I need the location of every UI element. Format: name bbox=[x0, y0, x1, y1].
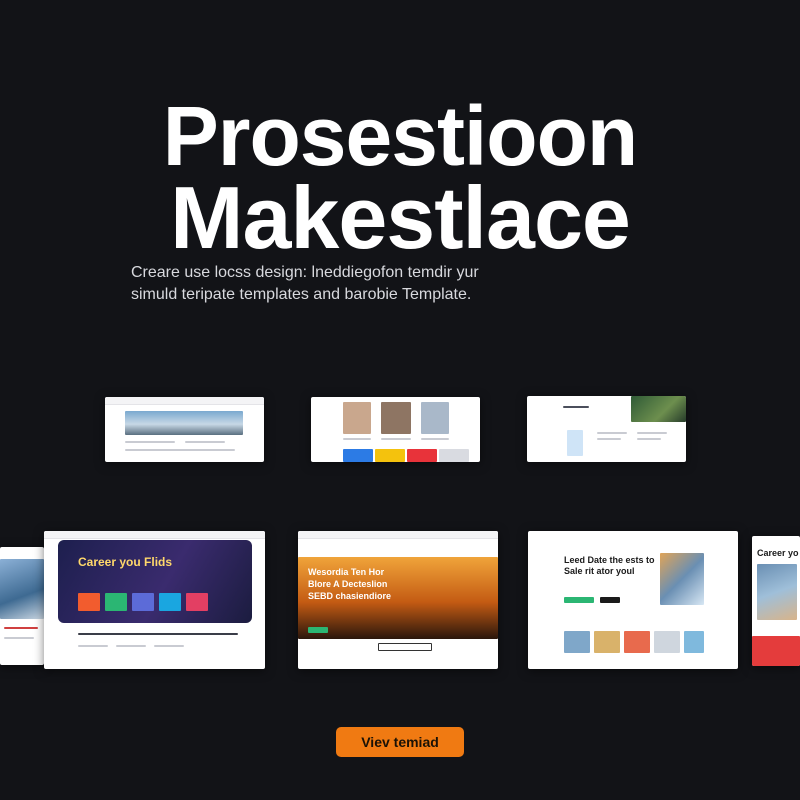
template-browser-bar bbox=[105, 397, 264, 405]
template-text-line bbox=[4, 627, 38, 629]
template-button bbox=[564, 597, 594, 603]
template-card-3[interactable] bbox=[527, 396, 686, 462]
template-preview-image bbox=[0, 559, 44, 619]
hero-subtitle-line2: simuld teripate templates and barobie Te… bbox=[131, 286, 472, 303]
template-headline-line2: Sale rit ator youl bbox=[564, 566, 635, 576]
template-color-block bbox=[439, 449, 469, 462]
template-text-line bbox=[4, 637, 34, 639]
template-color-block bbox=[343, 449, 373, 462]
template-text-line bbox=[154, 645, 184, 647]
template-headline-line2: Blore A Decteslion bbox=[308, 579, 388, 589]
template-card-4[interactable]: Career you Flids bbox=[44, 531, 265, 669]
template-text-line bbox=[125, 441, 175, 443]
template-preview-image bbox=[343, 402, 371, 434]
template-text-line bbox=[637, 438, 661, 440]
template-text-line bbox=[597, 438, 621, 440]
template-headline-line1: Wesordia Ten Hor bbox=[308, 567, 385, 577]
template-button bbox=[600, 597, 620, 603]
template-card-2[interactable] bbox=[311, 397, 480, 462]
template-text-line bbox=[563, 406, 589, 408]
hero-subtitle: Creare use locss design: lneddiegofon te… bbox=[131, 262, 691, 306]
template-card-6[interactable]: Leed Date the ests to Sale rit ator youl bbox=[528, 531, 738, 669]
template-text-line bbox=[78, 633, 238, 635]
template-card-5[interactable]: Wesordia Ten Hor Blore A Decteslion SEBD… bbox=[298, 531, 498, 669]
template-preview-image bbox=[654, 631, 680, 653]
template-preview-image bbox=[631, 396, 686, 422]
template-card-1[interactable] bbox=[105, 397, 264, 462]
template-text-line bbox=[125, 449, 235, 451]
template-preview-image bbox=[684, 631, 704, 653]
hero-subtitle-line1: Creare use locss design: lneddiegofon te… bbox=[131, 264, 479, 281]
view-templates-button[interactable]: Viev temiad bbox=[336, 727, 464, 757]
template-search-bar bbox=[378, 643, 432, 651]
template-text-line bbox=[116, 645, 146, 647]
template-text-line bbox=[343, 438, 371, 440]
template-card-7[interactable]: Career yo bbox=[752, 536, 800, 666]
template-preview-image bbox=[125, 411, 243, 435]
template-preview-image bbox=[381, 402, 411, 434]
template-preview-image bbox=[757, 564, 797, 620]
template-text-line bbox=[597, 432, 627, 434]
template-browser-bar bbox=[44, 531, 265, 539]
template-headline: Career yo bbox=[757, 548, 799, 558]
template-headline: Career you Flids bbox=[78, 555, 173, 569]
template-button bbox=[308, 627, 328, 633]
template-text-line bbox=[637, 432, 667, 434]
hero-title-line2: Makestlace bbox=[170, 168, 631, 267]
template-card-partial-left[interactable] bbox=[0, 547, 44, 665]
template-footer-band bbox=[752, 636, 800, 666]
template-color-block bbox=[375, 449, 405, 462]
template-preview-image bbox=[564, 631, 590, 653]
template-color-block bbox=[407, 449, 437, 462]
template-preview-image bbox=[660, 553, 704, 605]
template-preview-image bbox=[567, 430, 583, 456]
template-preview-image bbox=[624, 631, 650, 653]
template-text-line bbox=[421, 438, 449, 440]
template-headline-line1: Leed Date the ests to bbox=[564, 555, 655, 565]
template-color-block bbox=[105, 593, 127, 611]
template-preview-image bbox=[421, 402, 449, 434]
template-preview-image bbox=[594, 631, 620, 653]
template-headline-line3: SEBD chasiendiore bbox=[308, 591, 392, 601]
template-color-block bbox=[159, 593, 181, 611]
template-color-block bbox=[78, 593, 100, 611]
template-color-block bbox=[186, 593, 208, 611]
template-text-line bbox=[185, 441, 225, 443]
template-text-line bbox=[78, 645, 108, 647]
template-text-line bbox=[381, 438, 411, 440]
template-color-block bbox=[132, 593, 154, 611]
template-browser-bar bbox=[298, 531, 498, 539]
